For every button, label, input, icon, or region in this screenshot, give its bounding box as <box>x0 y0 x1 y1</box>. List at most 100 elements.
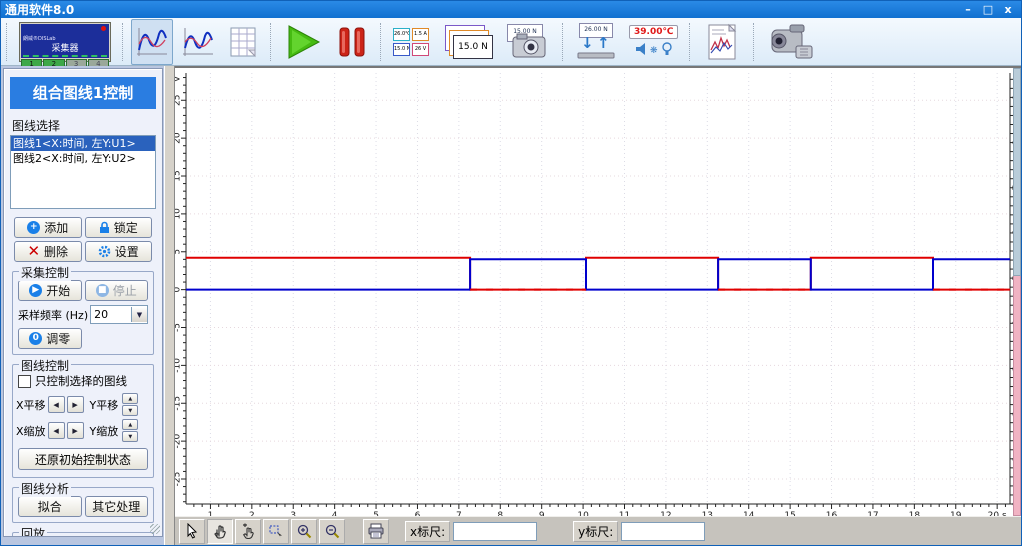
only-selected-label: 只控制选择的图线 <box>35 374 127 388</box>
table-view-button[interactable] <box>223 19 263 65</box>
analysis-group-title: 图线分析 <box>19 480 72 497</box>
acq-stop-button[interactable]: ■ 停止 <box>84 280 148 301</box>
meter-stack-icon: 15.0 N <box>441 23 493 61</box>
svg-text:15: 15 <box>175 170 183 181</box>
hand-cross-icon <box>242 523 254 539</box>
add-line-label: 添加 <box>44 221 69 235</box>
lock-button[interactable]: 锁定 <box>84 217 152 238</box>
y-zoom-down-button[interactable]: ▼ <box>122 431 139 442</box>
chart-toolbar: x标尺: y标尺: <box>175 516 1021 545</box>
svg-text:0: 0 <box>175 287 183 293</box>
replay-group: 回放 开始 停止 重录 - + <box>12 525 154 536</box>
replay-group-title: 回放 <box>19 525 48 536</box>
y-pan-up-button[interactable]: ▲ <box>122 393 139 404</box>
meter-stack-button[interactable]: 15.0 N <box>437 19 497 65</box>
waveform-view-button[interactable] <box>131 18 173 65</box>
line-list-item-1[interactable]: 图线1<X:时间, 左Y:U1> <box>11 136 155 151</box>
x-zoom-out-button[interactable]: ◀ <box>47 422 65 439</box>
analysis-group: 图线分析 拟合 其它处理 <box>12 480 154 523</box>
y-pan-label: Y平移 <box>89 398 119 412</box>
video-camera-icon <box>771 24 813 58</box>
svg-text:20: 20 <box>175 132 183 144</box>
acq-start-label: 开始 <box>46 284 71 298</box>
hand-icon <box>214 525 226 539</box>
print-button[interactable] <box>363 518 389 544</box>
zoom-in-tool-button[interactable] <box>291 518 317 544</box>
collector-device-icon: 朗威®DISLab 采集器 1 2 3 4 <box>19 21 111 69</box>
svg-text:5: 5 <box>175 249 183 255</box>
video-capture-button[interactable] <box>762 19 822 65</box>
meter-stack-reading: 15.0 N <box>453 34 493 59</box>
collector-device-button[interactable]: 朗威®DISLab 采集器 1 2 3 4 <box>15 19 115 69</box>
sample-rate-label: 采样频率 (Hz) <box>18 308 89 322</box>
meter-temp-reading: 26.0℃ <box>393 27 410 41</box>
add-line-button[interactable]: + 添加 <box>14 217 82 238</box>
toolbar-handle <box>6 22 8 61</box>
acq-start-button[interactable]: ▶ 开始 <box>18 280 82 301</box>
device-power-led <box>101 25 106 31</box>
maximize-button[interactable]: □ <box>979 3 997 16</box>
svg-text:V: V <box>175 75 183 82</box>
x-pan-left-button[interactable]: ◀ <box>47 396 65 413</box>
pan-tool-button[interactable] <box>207 518 233 544</box>
svg-text:-10: -10 <box>175 358 183 373</box>
lock-label: 锁定 <box>113 221 138 235</box>
x-pan-label: X平移 <box>16 398 46 412</box>
line-select-label: 图线选择 <box>12 119 61 133</box>
sample-rate-select[interactable]: 20 ▼ <box>90 305 148 324</box>
meter-current-reading: 1.5 A <box>412 27 429 41</box>
titlebar: 通用软件8.0 – □ x <box>1 1 1021 18</box>
x-ruler-input[interactable] <box>453 521 538 541</box>
play-icon <box>288 24 321 59</box>
snapshot-button[interactable]: 15.00 N <box>501 19 555 65</box>
report-icon <box>708 23 737 59</box>
only-selected-checkbox[interactable] <box>18 374 31 388</box>
start-acquisition-button[interactable] <box>279 19 327 65</box>
report-button[interactable] <box>698 19 746 65</box>
svg-text:❋: ❋ <box>650 46 658 56</box>
arrow-cursor-icon <box>187 523 198 539</box>
y-ruler-input[interactable] <box>621 521 706 541</box>
data-transfer-button[interactable]: 26.00 N ↓ ↑ <box>571 19 621 65</box>
waveform-view-2-button[interactable] <box>177 19 219 65</box>
app-window: 通用软件8.0 – □ x 朗威®DISLab 采集器 1 2 3 4 26.0… <box>0 0 1022 546</box>
other-processing-button[interactable]: 其它处理 <box>84 496 148 517</box>
line-list-item-2[interactable]: 图线2<X:时间, 左Y:U2> <box>11 151 155 166</box>
x-zoom-in-button[interactable]: ▶ <box>66 422 84 439</box>
y-zoom-up-button[interactable]: ▲ <box>122 419 139 430</box>
zoom-in-icon <box>297 524 312 539</box>
window-title: 通用软件8.0 <box>5 3 75 17</box>
line-listbox[interactable]: 图线1<X:时间, 左Y:U1> 图线2<X:时间, 左Y:U2> <box>10 135 156 209</box>
minimize-button[interactable]: – <box>959 3 977 16</box>
zero-adjust-button[interactable]: 0 调零 <box>18 328 82 349</box>
chevron-down-icon[interactable]: ▼ <box>131 307 147 322</box>
panel-title: 组合图线1控制 <box>10 77 156 109</box>
select-tool-button[interactable] <box>179 518 205 544</box>
x-zoom-label: X缩放 <box>16 424 46 438</box>
waveform-2-icon <box>183 27 213 56</box>
x-pan-right-button[interactable]: ▶ <box>66 396 84 413</box>
meter-panel-button[interactable]: 26.0℃ 1.5 A 15.0 N 26 V <box>389 19 433 65</box>
panel-resize-grip[interactable] <box>150 524 160 534</box>
reset-control-button[interactable]: 还原初始控制状态 <box>17 448 149 470</box>
fit-button[interactable]: 拟合 <box>18 496 82 517</box>
delete-line-button[interactable]: ✕ 删除 <box>14 241 82 262</box>
acquisition-group-title: 采集控制 <box>19 264 72 281</box>
pause-acquisition-button[interactable] <box>331 19 373 65</box>
data-move-tool-button[interactable] <box>235 518 261 544</box>
close-button[interactable]: x <box>999 3 1017 16</box>
zoom-out-tool-button[interactable] <box>319 518 345 544</box>
settings-button[interactable]: 设置 <box>84 241 152 262</box>
sidebar-splitter[interactable] <box>164 66 175 545</box>
svg-text:-5: -5 <box>175 323 183 332</box>
chart-svg[interactable]: 1234567891011121314151617181920 s-25-20-… <box>175 68 1013 521</box>
box-zoom-tool-button[interactable] <box>263 518 289 544</box>
stop-square-icon: ■ <box>95 284 109 297</box>
settings-label: 设置 <box>114 245 139 259</box>
speaker-bulb-icon: ❋ <box>635 42 672 56</box>
output-display-button[interactable]: 39.00℃ ❋ <box>625 19 682 65</box>
y-pan-down-button[interactable]: ▼ <box>122 405 139 416</box>
sample-rate-value: 20 <box>94 308 109 321</box>
y-ruler-label: y标尺: <box>573 520 619 542</box>
acq-stop-label: 停止 <box>112 284 137 298</box>
